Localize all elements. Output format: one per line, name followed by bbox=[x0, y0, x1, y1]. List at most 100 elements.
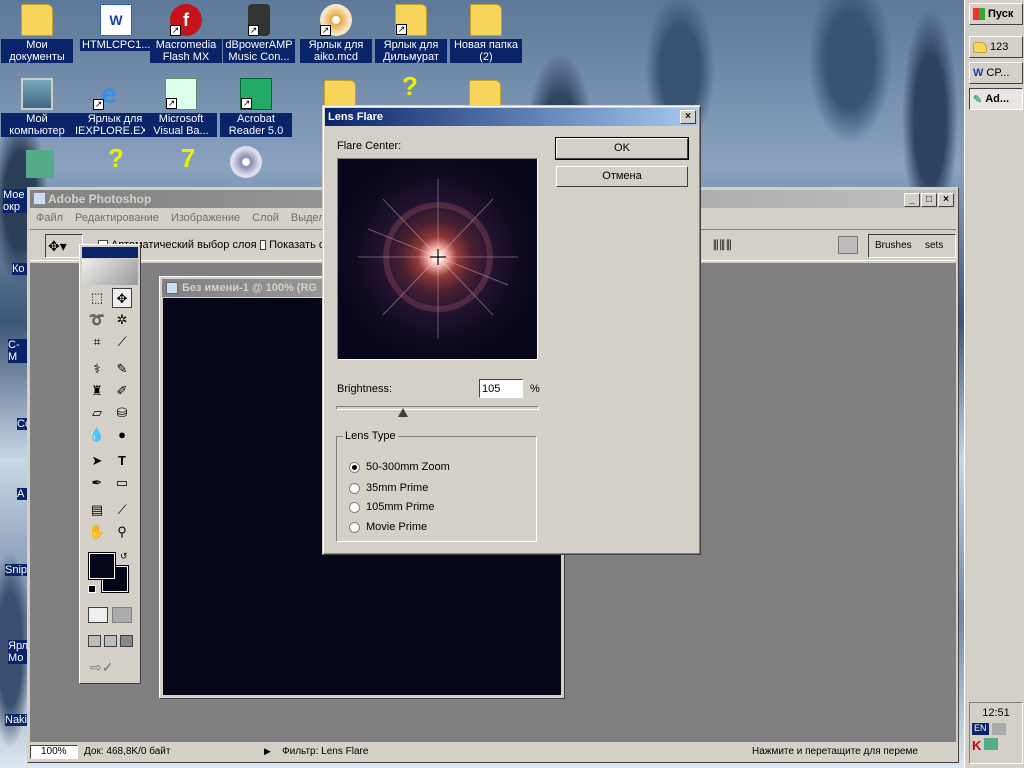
blur-tool-icon[interactable]: 💧 bbox=[87, 425, 107, 445]
zoom-field[interactable]: 100% bbox=[30, 744, 78, 759]
taskbar-item-folder[interactable]: 123 bbox=[969, 36, 1023, 58]
dialog-close-button[interactable]: × bbox=[680, 110, 696, 124]
desktop-icon-dilmurat[interactable]: ↗ Ярлык для Дильмурат bbox=[375, 4, 447, 63]
palette-well: Brushes sets bbox=[868, 234, 956, 258]
radio-35mm[interactable]: 35mm Prime bbox=[349, 482, 428, 494]
dialog-titlebar[interactable]: Lens Flare × bbox=[325, 108, 698, 126]
radio-movie-prime[interactable]: Movie Prime bbox=[349, 521, 427, 533]
zoom-tool-icon[interactable]: ⚲ bbox=[112, 522, 132, 542]
taskbar-item-adobe[interactable]: ✎ Ad... bbox=[969, 88, 1023, 110]
desktop-icon-visual-basic[interactable]: ↗ Microsoft Visual Ba... bbox=[145, 78, 217, 137]
network-icon[interactable] bbox=[984, 738, 999, 750]
printer-icon[interactable] bbox=[991, 723, 1006, 735]
desktop-icon-cd[interactable] bbox=[226, 146, 266, 181]
align-icons[interactable]: ⫼⫼⫼ bbox=[713, 238, 733, 253]
brightness-slider-thumb[interactable] bbox=[397, 408, 408, 417]
menu-edit[interactable]: Редактирование bbox=[69, 212, 165, 224]
screen-mode-menu-icon[interactable] bbox=[104, 635, 117, 647]
toolbox-header[interactable] bbox=[82, 247, 138, 258]
shape-tool-icon[interactable]: ▭ bbox=[112, 473, 132, 493]
swap-colors-icon[interactable]: ↺ bbox=[120, 551, 128, 562]
desktop-icon-my-computer[interactable]: Мой компьютер bbox=[1, 78, 73, 137]
desktop-icon-acrobat[interactable]: ↗ Acrobat Reader 5.0 bbox=[220, 78, 292, 137]
dodge-tool-icon[interactable]: ● bbox=[112, 425, 132, 445]
desktop-icon-aiko[interactable]: ↗ Ярлык для aiko.mcd bbox=[300, 4, 372, 63]
desktop-icon-my-documents[interactable]: Мои документы bbox=[1, 4, 73, 63]
jump-to-imageready-icon[interactable]: ⇨✓ bbox=[90, 659, 113, 676]
brightness-slider-track[interactable] bbox=[336, 406, 539, 410]
desktop-icon-htmlcpc[interactable]: W HTMLCPC1.... bbox=[80, 4, 156, 51]
minimize-button[interactable]: _ bbox=[904, 193, 920, 207]
file-browser-icon[interactable] bbox=[838, 236, 858, 254]
menu-image[interactable]: Изображение bbox=[165, 212, 246, 224]
slice-tool-icon[interactable]: ⟋ bbox=[112, 332, 132, 352]
pen-tool-icon[interactable]: ✒ bbox=[87, 473, 107, 493]
hand-tool-icon[interactable]: ✋ bbox=[87, 522, 107, 542]
adobe-online-icon[interactable] bbox=[82, 259, 138, 285]
screen-mode-standard-icon[interactable] bbox=[88, 635, 101, 647]
move-tool-icon[interactable]: ✥ bbox=[112, 288, 132, 308]
lasso-tool-icon[interactable]: ➰ bbox=[87, 310, 107, 330]
palette-tab-brushes[interactable]: Brushes bbox=[875, 240, 912, 251]
path-selection-icon[interactable]: ➤ bbox=[87, 451, 107, 471]
stamp-tool-icon[interactable]: ♜ bbox=[87, 381, 107, 401]
close-button[interactable]: × bbox=[938, 193, 954, 207]
clock[interactable]: 12:51 bbox=[970, 707, 1022, 719]
magic-wand-icon[interactable]: ✲ bbox=[112, 310, 132, 330]
radio-button[interactable] bbox=[349, 501, 360, 513]
cancel-button[interactable]: Отмена bbox=[556, 166, 688, 187]
desktop-icon-dbpoweramp[interactable]: ↗ dBpowerAMP Music Con... bbox=[223, 4, 295, 63]
maximize-button[interactable]: □ bbox=[921, 193, 937, 207]
radio-button[interactable] bbox=[349, 521, 360, 533]
icon-label: dBpowerAMP Music Con... bbox=[223, 39, 295, 63]
start-button[interactable]: Пуск bbox=[969, 3, 1023, 25]
eyedropper-icon[interactable]: ⟋ bbox=[112, 500, 132, 520]
default-colors-icon[interactable] bbox=[88, 585, 96, 593]
lens-type-label: Lens Type bbox=[343, 430, 398, 442]
screen-mode-full-icon[interactable] bbox=[120, 635, 133, 647]
status-menu-arrow-icon[interactable]: ▶ bbox=[264, 746, 274, 757]
windows-logo-icon bbox=[973, 8, 985, 20]
type-tool-icon[interactable]: T bbox=[112, 451, 132, 471]
network-icon bbox=[26, 150, 54, 178]
eraser-tool-icon[interactable]: ▱ bbox=[87, 403, 107, 423]
desktop-icon-flash[interactable]: f ↗ Macromedia Flash MX bbox=[150, 4, 222, 63]
partial-label: C-M bbox=[8, 339, 27, 363]
menu-layer[interactable]: Слой bbox=[246, 212, 285, 224]
standard-mode-icon[interactable] bbox=[88, 607, 108, 623]
radio-button[interactable] bbox=[349, 482, 360, 494]
marquee-tool-icon[interactable]: ⬚ bbox=[87, 288, 107, 308]
move-tool-preset[interactable]: ✥▾ bbox=[45, 234, 83, 258]
flare-preview[interactable] bbox=[337, 158, 538, 360]
show-bounding-option[interactable]: Показать о bbox=[260, 239, 325, 251]
desktop-icon-network[interactable] bbox=[20, 150, 60, 181]
radio-105mm[interactable]: 105mm Prime bbox=[349, 501, 434, 513]
quick-mask-icon[interactable] bbox=[112, 607, 132, 623]
brightness-input[interactable] bbox=[479, 379, 523, 398]
checkbox[interactable] bbox=[260, 240, 267, 250]
flare-rays bbox=[358, 179, 518, 339]
ok-button[interactable]: OK bbox=[555, 137, 689, 160]
brush-tool-icon[interactable]: ✎ bbox=[112, 359, 132, 379]
palette-tab-sets[interactable]: sets bbox=[925, 240, 943, 251]
desktop-icon-7zip[interactable]: 7 bbox=[168, 145, 208, 187]
desktop-icon-iexplore[interactable]: e ↗ Ярлык для IEXPLORE.EXE bbox=[73, 78, 158, 137]
word-document-icon: W bbox=[100, 4, 132, 36]
radio-button[interactable] bbox=[349, 461, 360, 473]
paint-bucket-icon[interactable]: ⛁ bbox=[112, 403, 132, 423]
taskbar-item-word[interactable]: W CP... bbox=[969, 62, 1023, 84]
kaspersky-icon[interactable]: K bbox=[972, 738, 981, 753]
desktop-icon-help[interactable]: ? bbox=[96, 145, 136, 187]
language-indicator[interactable]: EN bbox=[972, 723, 989, 735]
folder-icon bbox=[21, 4, 53, 36]
icon-label: Acrobat Reader 5.0 bbox=[220, 113, 292, 137]
crop-tool-icon[interactable]: ⌗ bbox=[87, 332, 107, 352]
desktop-icon-new-folder-2[interactable]: Новая папка (2) bbox=[450, 4, 522, 63]
foreground-color-swatch[interactable] bbox=[88, 552, 116, 580]
radio-50-300mm[interactable]: 50-300mm Zoom bbox=[349, 461, 450, 473]
history-brush-icon[interactable]: ✐ bbox=[112, 381, 132, 401]
menu-file[interactable]: Файл bbox=[30, 212, 69, 224]
icon-label: Macromedia Flash MX bbox=[150, 39, 222, 63]
healing-brush-icon[interactable]: ⚕ bbox=[87, 359, 107, 379]
notes-tool-icon[interactable]: ▤ bbox=[87, 500, 107, 520]
